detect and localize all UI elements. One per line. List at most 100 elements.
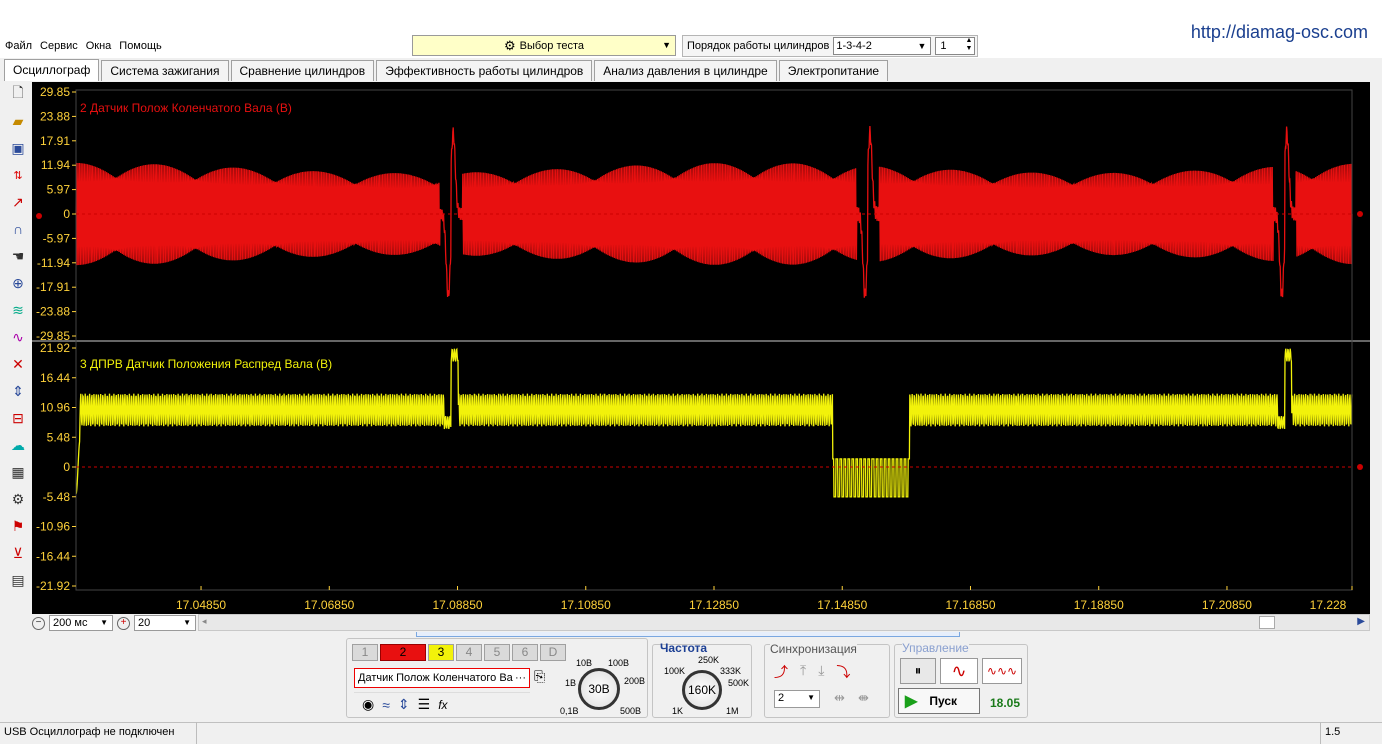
voltage-label-10: 10В xyxy=(576,658,593,668)
marker-icon[interactable]: ⇕ xyxy=(7,379,29,403)
channel-3-ytick-label: 0 xyxy=(63,460,70,474)
sync-level-icon[interactable]: ⇹ xyxy=(834,690,845,706)
freq-label-100k: 100K xyxy=(664,666,686,676)
trigger-icon[interactable]: ⊻ xyxy=(7,541,29,565)
sync-buttons: ⤴ ⤒ ⤓ ⤵ xyxy=(774,662,850,682)
menu-windows[interactable]: Окна xyxy=(85,40,113,52)
save-icon[interactable]: ▣ xyxy=(7,136,29,160)
zoom-icon[interactable]: ⊕ xyxy=(7,271,29,295)
channel-button-3[interactable]: 3 xyxy=(428,644,454,661)
channel-button-2[interactable]: 2 xyxy=(380,644,426,661)
channel-2-ytick-label: 17.91 xyxy=(40,134,70,148)
freq-label-500k: 500K xyxy=(728,678,750,688)
sync-channel-select[interactable]: 2 ▼ xyxy=(774,690,820,708)
curve-icon[interactable]: ∩ xyxy=(7,217,29,241)
function-icon[interactable]: fx xyxy=(438,698,447,712)
tab-power[interactable]: Электропитание xyxy=(778,60,889,81)
divisions-select[interactable]: 20 ▼ xyxy=(134,615,196,631)
tab-cylinder-efficiency[interactable]: Эффективность работы цилиндров xyxy=(376,60,593,81)
test-select[interactable]: ⚙ Выбор теста ▼ xyxy=(412,35,676,56)
voltage-label-01: 0,1В xyxy=(560,706,579,716)
more-icon[interactable]: ··· xyxy=(515,669,526,687)
scroll-left-icon[interactable]: ◂ xyxy=(202,616,207,627)
menu-service[interactable]: Сервис xyxy=(39,40,79,52)
cylinder-spinner[interactable]: 1 ▲ ▼ xyxy=(935,37,976,55)
channel-2-title: 2 Датчик Полож Коленчатого Вала (В) xyxy=(80,101,292,115)
channel-3-title: 3 ДПРВ Датчик Положения Распред Вала (В) xyxy=(80,357,332,371)
start-button[interactable]: ▶ Пуск xyxy=(898,688,980,714)
channel-name-field[interactable]: Датчик Полож Коленчатого Ва ··· xyxy=(354,668,530,688)
channel-2-offset-marker xyxy=(1357,211,1363,217)
menu-help[interactable]: Помощь xyxy=(118,40,163,52)
new-file-icon[interactable]: 🗋 xyxy=(7,82,29,106)
start-label: Пуск xyxy=(929,694,957,708)
sync-shift-icon[interactable]: ⇼ xyxy=(858,690,869,706)
flag-icon[interactable]: ⚑ xyxy=(7,514,29,538)
offset-icon[interactable]: ⇕ xyxy=(398,696,410,713)
channel-2-ytick-label: 5.97 xyxy=(47,183,71,197)
channel-button-4[interactable]: 4 xyxy=(456,644,482,661)
channel-button-5[interactable]: 5 xyxy=(484,644,510,661)
sync-auto-icon[interactable]: ⤵ xyxy=(836,662,850,682)
panel-collapse-bar[interactable] xyxy=(416,632,960,637)
voltage-knob[interactable]: 30В 10В 100В 1В 200В 0,1В 500В xyxy=(556,654,650,718)
timebase-select[interactable]: 200 мс ▼ xyxy=(49,615,113,631)
pause-button[interactable]: ⏸ xyxy=(900,658,936,684)
spin-arrows-icon[interactable]: ▲ ▼ xyxy=(965,37,972,53)
chevron-down-icon: ▼ xyxy=(807,693,815,702)
horizontal-scrollbar[interactable]: ◂ ▶ xyxy=(198,614,1370,631)
x-tick-label: 17.06850 xyxy=(304,598,354,612)
sync-rise-icon[interactable]: ⤴ xyxy=(774,662,788,682)
channel-button-6[interactable]: 6 xyxy=(512,644,538,661)
channel-3-ytick-label: 5.48 xyxy=(47,430,71,444)
channel-settings-icon[interactable]: ⎘ xyxy=(534,668,545,685)
continuous-mode-button[interactable]: ∿∿∿ xyxy=(982,658,1022,684)
scroll-right-icon[interactable]: ▶ xyxy=(1357,616,1365,627)
oscilloscope-view[interactable]: 29.85 23.88 17.91 11.94 5.97 0 -5.97 -11.94 -17.… xyxy=(32,82,1370,614)
channel-3-ytick-label: 21.92 xyxy=(40,341,70,355)
zoom-out-icon[interactable]: − xyxy=(32,616,45,630)
menu-file[interactable]: Файл xyxy=(4,40,33,52)
channel-button-1[interactable]: 1 xyxy=(352,644,378,661)
x-tick-label: 17.12850 xyxy=(689,598,739,612)
cross-icon[interactable]: ✕ xyxy=(7,352,29,376)
wave-color-icon[interactable]: ☁ xyxy=(7,433,29,457)
eye-icon[interactable]: ◉ xyxy=(362,696,374,713)
channel-name-value: Датчик Полож Коленчатого Ва xyxy=(358,672,513,684)
channel-offset-dot xyxy=(36,213,42,219)
measure-icon[interactable]: ↗ xyxy=(7,190,29,214)
sync-up-icon[interactable]: ⤒ xyxy=(800,662,806,682)
frequency-dial[interactable]: 160K xyxy=(682,670,722,710)
invert-icon[interactable]: ≈ xyxy=(382,697,390,713)
tab-oscilloscope[interactable]: Осциллограф xyxy=(4,59,100,81)
multi-wave-icon[interactable]: ∿ xyxy=(7,325,29,349)
channel-3-offset-marker xyxy=(1357,464,1363,470)
scrollbar-thumb[interactable] xyxy=(1259,616,1275,629)
channel-2-ytick-label: 29.85 xyxy=(40,85,70,99)
voltage-dial[interactable]: 30В xyxy=(578,668,620,710)
sync-down-icon[interactable]: ⤓ xyxy=(818,662,824,682)
tab-cylinder-compare[interactable]: Сравнение цилиндров xyxy=(230,60,375,81)
firing-order-select[interactable]: 1-3-4-2 ▼ xyxy=(833,37,932,55)
scale-icon[interactable]: ⊟ xyxy=(7,406,29,430)
zoom-in-icon[interactable]: + xyxy=(117,616,130,630)
table-icon[interactable]: ▦ xyxy=(7,460,29,484)
notes-icon[interactable]: ▤ xyxy=(7,568,29,592)
open-folder-icon[interactable]: ▰ xyxy=(7,109,29,133)
firing-order-value: 1-3-4-2 xyxy=(836,40,872,52)
filter-icon[interactable]: ≋ xyxy=(7,298,29,322)
chevron-down-icon: ▼ xyxy=(183,618,191,627)
x-tick-label: 17.10850 xyxy=(561,598,611,612)
channel-3-ytick-label: 10.96 xyxy=(40,401,70,415)
elapsed-time: 18.05 xyxy=(990,696,1021,710)
tab-ignition[interactable]: Система зажигания xyxy=(101,60,229,81)
channel-2-ytick-label: -23.88 xyxy=(36,305,70,319)
divisions-value: 20 xyxy=(138,617,151,629)
tab-pressure[interactable]: Анализ давления в цилиндре xyxy=(594,60,777,81)
lines-icon[interactable]: ☰ xyxy=(418,696,431,713)
single-mode-button[interactable]: ∿ xyxy=(940,658,978,684)
channel-2-trace xyxy=(75,125,1353,298)
auto-settings-icon[interactable]: ⚙ xyxy=(7,487,29,511)
auto-scale-icon[interactable]: ⇅ xyxy=(7,163,29,187)
hand-pan-icon[interactable]: ☚ xyxy=(7,244,29,268)
